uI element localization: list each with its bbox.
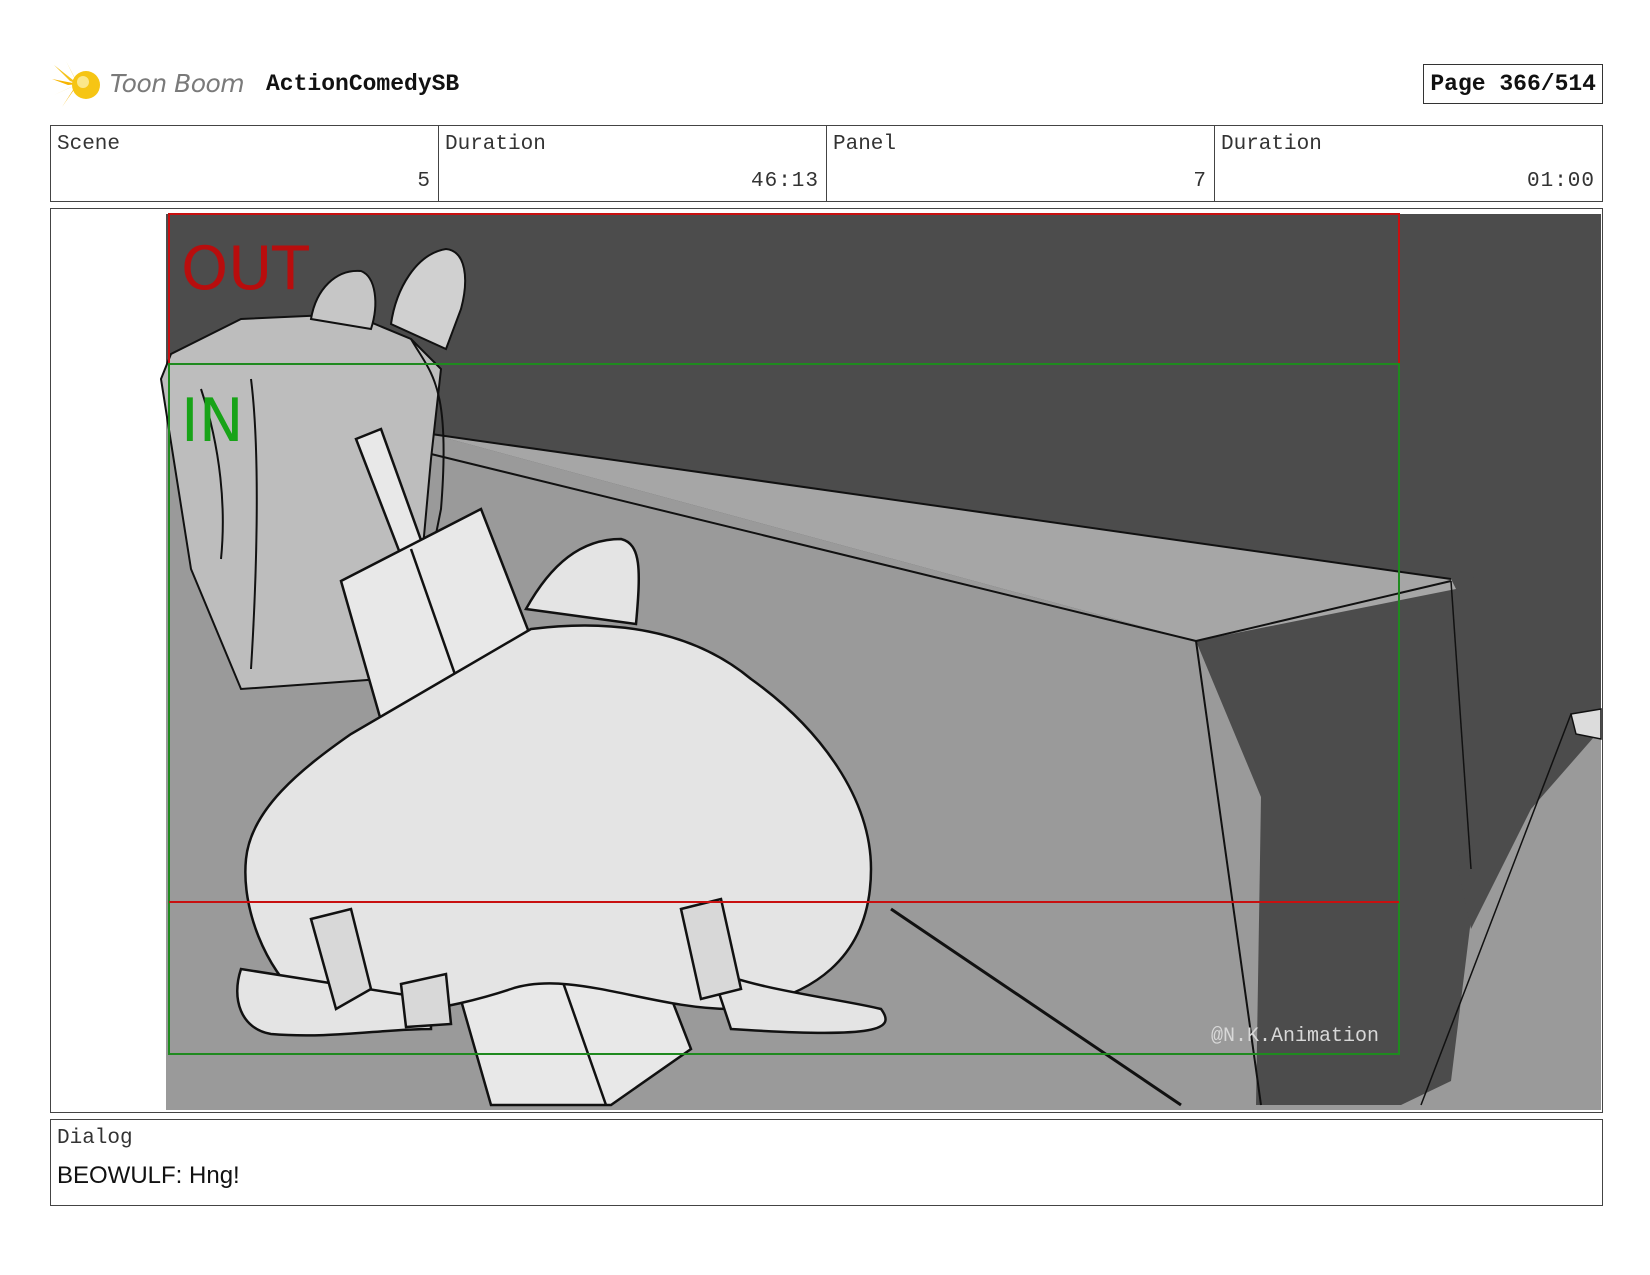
scene-duration-cell: Duration 46:13 (439, 126, 827, 201)
page-number: Page 366/514 (1423, 64, 1603, 104)
panel-info-table: Scene 5 Duration 46:13 Panel 7 Duration … (50, 125, 1603, 202)
panel-duration-label: Duration (1221, 133, 1322, 156)
brand-name: Toon Boom (110, 69, 245, 98)
watermark: @N.K.Animation (1211, 1025, 1379, 1048)
dialog-label: Dialog (57, 1127, 133, 1150)
toon-boom-logo-icon (52, 61, 100, 107)
dialog-box: Dialog BEOWULF: Hng! (50, 1119, 1603, 1206)
scene-label: Scene (57, 133, 121, 156)
project-title: ActionComedySB (266, 71, 460, 97)
panel-duration-value: 01:00 (1526, 170, 1595, 193)
panel-drawing: OUT IN @N.K.Animation (51, 209, 1602, 1112)
panel-label: Panel (833, 133, 897, 156)
in-label: IN (181, 386, 244, 456)
panel-cell: Panel 7 (827, 126, 1215, 201)
storyboard-panel: OUT IN @N.K.Animation (50, 208, 1603, 1113)
dialog-text: BEOWULF: Hng! (57, 1162, 240, 1189)
scene-duration-label: Duration (445, 133, 546, 156)
scene-cell: Scene 5 (51, 126, 439, 201)
panel-duration-cell: Duration 01:00 (1215, 126, 1602, 201)
out-label: OUT (181, 234, 309, 304)
scene-duration-value: 46:13 (750, 170, 819, 193)
page-header: Toon Boom ActionComedySB Page 366/514 (50, 55, 1603, 115)
scene-value: 5 (417, 170, 431, 193)
panel-value: 7 (1193, 170, 1207, 193)
